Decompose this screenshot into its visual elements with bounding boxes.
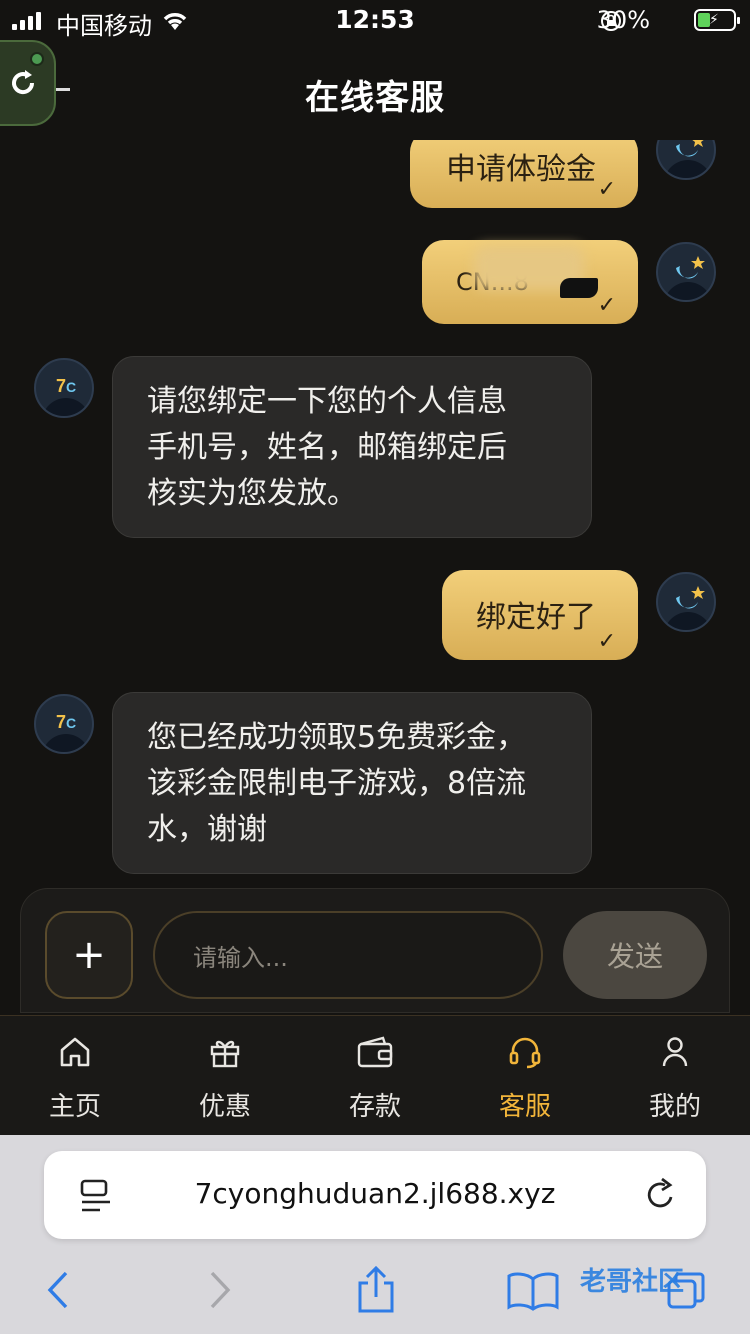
browser-toolbar: 7cyonghuduan2.jl688.xyz 老哥社区 [0, 1135, 750, 1334]
wallet-icon [357, 1036, 393, 1068]
svg-text:C: C [66, 379, 76, 395]
message-input[interactable]: 请输入... [153, 911, 543, 999]
user-icon [662, 1037, 688, 1067]
status-bar: 中国移动 12:53 30% ⚡ [0, 0, 750, 42]
message-line: 手机号，姓名，邮箱绑定后 [147, 430, 507, 465]
user-avatar [656, 140, 716, 180]
headset-icon [509, 1037, 541, 1069]
svg-text:7: 7 [56, 712, 66, 732]
message-line: 该彩金限制电子游戏，8倍流 [147, 766, 527, 801]
message-bubble-user: 申请体验金 ✓ [410, 140, 638, 208]
home-icon [60, 1037, 90, 1067]
watermark-logo: 老哥社区 [580, 1267, 685, 1297]
message-bubble-user: 绑定好了 ✓ [442, 570, 638, 660]
gift-icon [210, 1040, 240, 1068]
tab-deposit[interactable]: 存款 [300, 1034, 450, 1123]
reload-icon[interactable] [644, 1177, 678, 1213]
page-title: 在线客服 [305, 78, 445, 118]
redaction-mark [560, 278, 598, 298]
bottom-tab-bar: 主页 优惠 存款 客服 我的 [0, 1015, 750, 1135]
tab-label: 优惠 [198, 1092, 251, 1122]
bookmarks-icon[interactable] [506, 1271, 560, 1311]
message-bubble-user: CN...8 ✓ [422, 240, 638, 324]
svg-text:7: 7 [56, 376, 66, 396]
back-arrow-icon[interactable] [44, 1269, 72, 1311]
user-avatar [656, 572, 716, 632]
input-placeholder: 请输入... [193, 943, 288, 972]
message-line: 核实为您发放。 [147, 476, 357, 511]
tab-label: 主页 [48, 1092, 101, 1122]
read-check-icon: ✓ [597, 629, 616, 654]
notification-dot [30, 52, 44, 66]
url-text: 7cyonghuduan2.jl688.xyz [194, 1177, 556, 1210]
battery-icon: ⚡ [694, 9, 740, 31]
tab-profile[interactable]: 我的 [600, 1034, 750, 1123]
agent-avatar: 7C [34, 694, 94, 754]
attach-button[interactable]: + [45, 911, 133, 999]
tab-customer-service[interactable]: 客服 [450, 1034, 600, 1123]
message-text: 绑定好了 [476, 600, 596, 635]
message-line: 水，谢谢 [147, 812, 267, 847]
read-check-icon: ✓ [597, 177, 616, 202]
tab-label: 我的 [648, 1092, 701, 1122]
user-avatar [656, 242, 716, 302]
read-check-icon: ✓ [597, 293, 616, 318]
message-line: 您已经成功领取5免费彩金， [147, 720, 527, 755]
tab-label: 存款 [348, 1092, 401, 1122]
battery-percent: 30% [596, 6, 650, 34]
svg-text:C: C [66, 715, 76, 731]
tab-label: 客服 [498, 1092, 551, 1122]
forward-arrow-icon[interactable] [206, 1269, 234, 1311]
message-bubble-agent: 您已经成功领取5免费彩金， 该彩金限制电子游戏，8倍流 水，谢谢 [112, 692, 592, 874]
share-icon[interactable] [354, 1265, 398, 1315]
tab-promotions[interactable]: 优惠 [150, 1034, 300, 1123]
message-line: 请您绑定一下您的个人信息 [147, 384, 507, 419]
send-button[interactable]: 发送 [563, 911, 707, 999]
chat-messages[interactable]: 申请体验金 ✓ CN...8 ✓ 7C 请您绑定一下您的个人信息 手机号，姓名，… [0, 140, 750, 880]
message-text: 申请体验金 [446, 152, 596, 187]
agent-avatar: 7C [34, 358, 94, 418]
message-composer: + 请输入... 发送 [20, 888, 730, 1013]
tab-home[interactable]: 主页 [0, 1034, 150, 1123]
message-bubble-agent: 请您绑定一下您的个人信息 手机号，姓名，邮箱绑定后 核实为您发放。 [112, 356, 592, 538]
address-bar[interactable]: 7cyonghuduan2.jl688.xyz [44, 1151, 706, 1239]
